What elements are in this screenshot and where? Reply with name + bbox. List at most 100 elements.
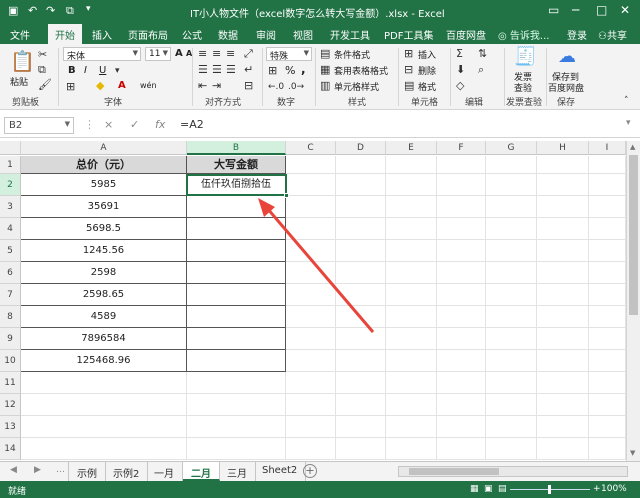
customize-icon[interactable]: ▾ <box>86 4 91 14</box>
name-box[interactable]: B2 ▼ <box>4 117 74 134</box>
more-sheets-icon[interactable]: … <box>56 465 65 475</box>
save-icon[interactable]: ▣ <box>8 4 18 17</box>
font-color-button[interactable]: A <box>118 80 126 91</box>
align-top-icon[interactable]: ≡ <box>198 48 207 60</box>
tab-data[interactable]: 数据 <box>218 27 238 42</box>
find-select-icon[interactable]: ⌕ <box>478 64 484 76</box>
italic-button[interactable]: I <box>84 65 87 76</box>
collapse-ribbon-icon[interactable]: ˄ <box>624 95 629 107</box>
comma-button[interactable]: , <box>301 62 306 76</box>
tab-view[interactable]: 视图 <box>293 27 313 42</box>
sheet-tab-march[interactable]: 三月 <box>219 462 256 481</box>
prev-sheet-icon[interactable]: ◀ <box>10 465 17 475</box>
tab-page-layout[interactable]: 页面布局 <box>128 27 168 42</box>
undo-icon[interactable]: ↶ <box>28 4 37 17</box>
baidu-netdisk-icon[interactable]: ☁ <box>558 47 576 67</box>
page-break-view-icon[interactable]: ▤ <box>498 484 507 494</box>
decrease-decimal-icon[interactable]: .0→ <box>288 81 304 93</box>
scroll-down-icon[interactable]: ▼ <box>630 449 635 457</box>
zoom-in-icon[interactable]: + <box>593 484 601 494</box>
zoom-slider-thumb[interactable] <box>548 485 551 494</box>
conditional-format-button[interactable]: 条件格式 <box>334 48 370 61</box>
tab-baidu-netdisk[interactable]: 百度网盘 <box>446 27 486 42</box>
fill-color-icon[interactable]: ◆ <box>96 80 104 92</box>
merge-center-icon[interactable]: ⊟ <box>244 80 253 92</box>
align-right-icon[interactable]: ☰ <box>226 64 236 76</box>
format-cells-button[interactable]: 格式 <box>418 80 436 93</box>
horizontal-scrollbar[interactable] <box>398 466 628 477</box>
fill-icon[interactable]: ⬇ <box>456 64 465 76</box>
add-sheet-icon[interactable]: + <box>303 464 317 478</box>
cut-icon[interactable]: ✂ <box>38 49 47 61</box>
align-center-icon[interactable]: ☰ <box>212 64 222 76</box>
sheet-tab-sheet2[interactable]: Sheet2 <box>254 462 307 481</box>
align-middle-icon[interactable]: ≡ <box>212 48 221 60</box>
print-preview-icon[interactable]: ⧉ <box>66 4 74 18</box>
phonetic-button[interactable]: wén <box>140 81 157 90</box>
close-icon[interactable]: ✕ <box>620 3 630 17</box>
page-layout-view-icon[interactable]: ▣ <box>484 484 493 494</box>
underline-button[interactable]: U <box>99 65 106 76</box>
sort-filter-icon[interactable]: ⇅ <box>478 48 487 60</box>
paste-button[interactable]: 粘贴 <box>10 75 28 88</box>
save-to-baidu-line2[interactable]: 百度网盘 <box>548 81 584 94</box>
wrap-text-icon[interactable]: ↵ <box>244 64 253 76</box>
format-painter-icon[interactable]: 🖌 <box>38 79 52 91</box>
cell-styles-button[interactable]: 单元格样式 <box>334 80 379 93</box>
tab-developer[interactable]: 开发工具 <box>330 27 370 42</box>
tab-home[interactable]: 开始 <box>48 24 82 44</box>
cancel-icon[interactable]: × <box>104 118 113 131</box>
tab-pdf-tools[interactable]: PDF工具集 <box>384 27 433 42</box>
copy-icon[interactable]: ⧉ <box>38 64 46 76</box>
normal-view-icon[interactable]: ▦ <box>470 484 479 494</box>
scroll-thumb[interactable] <box>629 155 638 315</box>
paste-icon[interactable]: 📋 <box>10 50 35 72</box>
border-icon[interactable]: ⊞ <box>66 81 75 93</box>
underline-dropdown-icon[interactable]: ▾ <box>115 65 120 77</box>
formula-input[interactable]: =A2 <box>180 118 204 131</box>
sheet-tab-february[interactable]: 二月 <box>183 462 220 481</box>
invoice-check-icon[interactable]: 🧾 <box>514 47 536 67</box>
font-size-select[interactable]: 11 ▼ <box>145 47 171 61</box>
insert-cells-button[interactable]: 插入 <box>418 48 436 61</box>
tell-me-search[interactable]: ◎ 告诉我... <box>498 27 549 42</box>
scroll-up-icon[interactable]: ▲ <box>630 143 635 151</box>
orientation-icon[interactable]: ⤢ <box>244 48 253 60</box>
zoom-level[interactable]: 100% <box>601 484 627 494</box>
maximize-icon[interactable]: □ <box>596 3 607 17</box>
vertical-scrollbar[interactable]: ▲ ▼ <box>626 141 640 461</box>
autosum-icon[interactable]: Σ <box>456 48 463 60</box>
insert-function-icon[interactable]: fx <box>155 118 165 131</box>
percent-button[interactable]: % <box>285 64 295 77</box>
sheet-tab-january[interactable]: 一月 <box>146 462 183 481</box>
bold-button[interactable]: B <box>68 65 76 76</box>
sheet-tab-example2[interactable]: 示例2 <box>105 462 149 481</box>
next-sheet-icon[interactable]: ▶ <box>34 465 41 475</box>
spreadsheet-grid[interactable]: A B C D E F G H I 1 总价（元） 大写金额 2 5985 伍仟玖佰捌拾伍… <box>0 141 640 461</box>
font-name-select[interactable]: 宋体 ▼ <box>63 47 141 62</box>
decrease-indent-icon[interactable]: ⇤ <box>198 80 207 92</box>
grow-font-button[interactable]: A <box>175 48 183 59</box>
login-link[interactable]: 登录 <box>567 27 587 42</box>
share-button[interactable]: ⚇共享 <box>598 27 627 42</box>
align-bottom-icon[interactable]: ≡ <box>226 48 235 60</box>
minimize-icon[interactable]: ─ <box>572 3 579 17</box>
increase-indent-icon[interactable]: ⇥ <box>212 80 221 92</box>
invoice-check-line2[interactable]: 查验 <box>514 81 532 94</box>
redo-icon[interactable]: ↷ <box>46 4 55 17</box>
number-format-select[interactable]: 特殊 ▼ <box>266 47 312 62</box>
increase-decimal-icon[interactable]: ←.0 <box>268 81 284 93</box>
currency-icon[interactable]: ⊞ <box>268 65 277 77</box>
align-left-icon[interactable]: ☰ <box>198 64 208 76</box>
expand-formula-icon[interactable]: ▾ <box>626 118 631 128</box>
clear-icon[interactable]: ◇ <box>456 80 464 92</box>
tab-review[interactable]: 审阅 <box>256 27 276 42</box>
restore-icon[interactable]: ▭ <box>548 3 559 17</box>
tab-formulas[interactable]: 公式 <box>182 27 202 42</box>
hscroll-thumb[interactable] <box>409 468 499 475</box>
format-as-table-button[interactable]: 套用表格格式 <box>334 64 388 77</box>
enter-icon[interactable]: ✓ <box>130 118 139 131</box>
sheet-tab-example[interactable]: 示例 <box>68 462 106 481</box>
tab-insert[interactable]: 插入 <box>92 27 112 42</box>
tab-file[interactable]: 文件 <box>10 27 30 42</box>
